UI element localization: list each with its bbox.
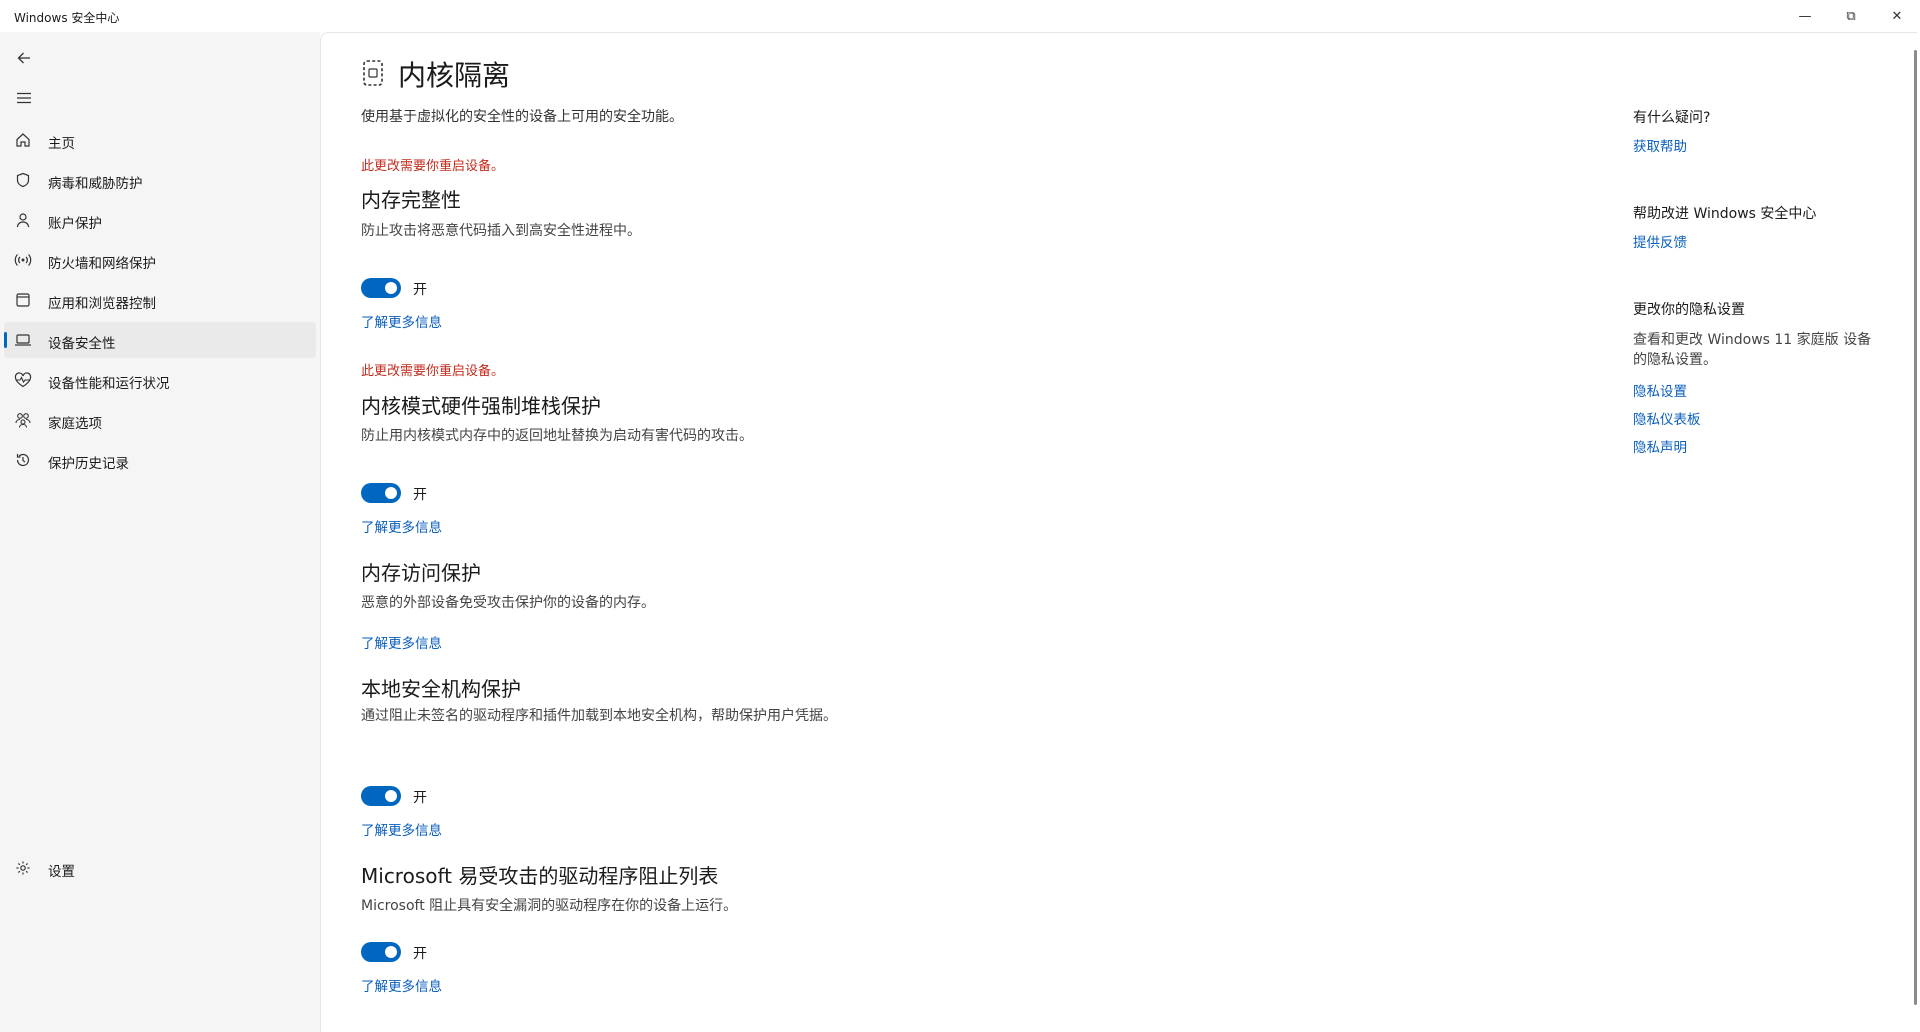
sidebar-item-label: 病毒和威胁防护 [48,176,143,192]
learn-more-link[interactable]: 了解更多信息 [361,516,442,536]
family-icon [14,411,32,429]
feedback-link[interactable]: 提供反馈 [1633,231,1687,251]
section-title: 本地安全机构保护 [361,677,521,701]
home-icon [14,131,32,149]
help-heading: 有什么疑问? [1633,110,1711,126]
learn-more-link[interactable]: 了解更多信息 [361,311,442,331]
sidebar-item-virus-protection[interactable]: 病毒和威胁防护 [4,162,316,198]
stack-protection-toggle[interactable] [361,483,401,503]
section-description: 防止用内核模式内存中的返回地址替换为启动有害代码的攻击。 [361,428,753,444]
sidebar: 主页 病毒和威胁防护 账户保护 防火墙和网络保护 应用和浏览器控制 设备安全性 [0,32,320,1032]
section-title: 内核模式硬件强制堆栈保护 [361,394,601,418]
sidebar-item-device-security[interactable]: 设备安全性 [4,322,316,358]
restart-warning: 此更改需要你重启设备。 [361,159,505,174]
privacy-heading: 更改你的隐私设置 [1633,302,1745,318]
driver-blocklist-toggle[interactable] [361,942,401,962]
restart-warning: 此更改需要你重启设备。 [361,364,505,379]
learn-more-link[interactable]: 了解更多信息 [361,975,442,995]
sidebar-item-label: 主页 [48,136,75,152]
section-title: 内存访问保护 [361,561,481,585]
privacy-text: 查看和更改 Windows 11 家庭版 设备的隐私设置。 [1633,332,1872,368]
core-isolation-icon [360,58,386,88]
scrollbar[interactable] [1914,50,1917,1005]
history-icon [14,451,32,469]
privacy-statement-link[interactable]: 隐私声明 [1633,436,1687,456]
close-button[interactable]: ✕ [1874,0,1920,32]
back-button[interactable] [14,48,34,68]
sidebar-item-label: 应用和浏览器控制 [48,296,156,312]
laptop-icon [14,331,32,349]
restore-button[interactable]: ⧉ [1828,0,1874,32]
wireless-icon [14,251,32,269]
privacy-dashboard-link[interactable]: 隐私仪表板 [1633,408,1701,428]
heart-pulse-icon [14,371,32,389]
sidebar-item-label: 账户保护 [48,216,102,232]
section-title: 内存完整性 [361,188,461,212]
sidebar-item-label: 防火墙和网络保护 [48,256,156,272]
section-description: 防止攻击将恶意代码插入到高安全性进程中。 [361,223,641,239]
learn-more-link[interactable]: 了解更多信息 [361,819,442,839]
lsa-protection-toggle[interactable] [361,786,401,806]
get-help-link[interactable]: 获取帮助 [1633,135,1687,155]
toggle-state-label: 开 [413,946,427,962]
sidebar-item-label: 设置 [48,864,75,880]
sidebar-item-label: 设备性能和运行状况 [48,376,170,392]
toggle-state-label: 开 [413,487,427,503]
sidebar-item-firewall[interactable]: 防火墙和网络保护 [4,242,316,278]
app-window-icon [14,291,32,309]
sidebar-item-home[interactable]: 主页 [4,122,316,158]
section-description: 恶意的外部设备免受攻击保护你的设备的内存。 [361,595,655,611]
page-description: 使用基于虚拟化的安全性的设备上可用的安全功能。 [361,109,683,125]
person-icon [14,211,32,229]
sidebar-item-protection-history[interactable]: 保护历史记录 [4,442,316,478]
sidebar-item-label: 家庭选项 [48,416,102,432]
sidebar-item-device-performance[interactable]: 设备性能和运行状况 [4,362,316,398]
gear-icon [14,859,32,877]
title-bar: Windows 安全中心 — ⧉ ✕ [0,0,1920,32]
learn-more-link[interactable]: 了解更多信息 [361,632,442,652]
section-title: Microsoft 易受攻击的驱动程序阻止列表 [361,864,719,888]
sidebar-item-settings[interactable]: 设置 [4,850,316,886]
improve-heading: 帮助改进 Windows 安全中心 [1633,206,1817,222]
privacy-settings-link[interactable]: 隐私设置 [1633,380,1687,400]
back-arrow-icon [17,52,30,64]
section-description: Microsoft 阻止具有安全漏洞的驱动程序在你的设备上运行。 [361,898,738,914]
app-title: Windows 安全中心 [14,11,120,25]
minimize-button[interactable]: — [1782,0,1828,32]
page-title: 内核隔离 [398,59,511,92]
sidebar-item-label: 保护历史记录 [48,456,129,472]
sidebar-item-account[interactable]: 账户保护 [4,202,316,238]
sidebar-item-family[interactable]: 家庭选项 [4,402,316,438]
menu-button[interactable] [14,88,34,108]
section-description: 通过阻止未签名的驱动程序和插件加载到本地安全机构，帮助保护用户凭据。 [361,708,837,724]
sidebar-item-app-browser[interactable]: 应用和浏览器控制 [4,282,316,318]
hamburger-icon [17,92,31,104]
active-indicator [4,332,7,348]
toggle-state-label: 开 [413,282,427,298]
memory-integrity-toggle[interactable] [361,278,401,298]
shield-icon [14,171,32,189]
sidebar-item-label: 设备安全性 [48,336,116,352]
toggle-state-label: 开 [413,790,427,806]
